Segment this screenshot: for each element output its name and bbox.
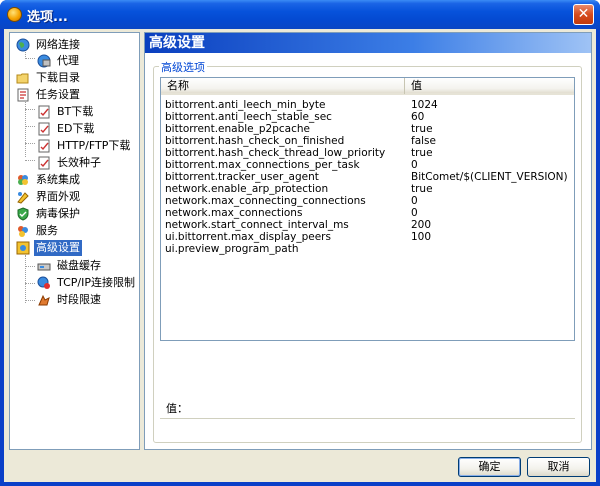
table-row[interactable]: bittorrent.hash_check_thread_low_priorit… [161, 147, 574, 159]
options-window: 选项... ✕ 网络连接 代理 下载目录 任务设置 BT下载 ED下载 HTTP… [0, 0, 600, 486]
row-value: 100 [411, 231, 432, 243]
dialog-client: 网络连接 代理 下载目录 任务设置 BT下载 ED下载 HTTP/FTP下载 长… [4, 29, 596, 482]
row-value: true [411, 123, 433, 135]
row-name: network.max_connections [165, 207, 303, 219]
appearance-icon [17, 192, 29, 204]
column-header-name[interactable]: 名称 [161, 78, 405, 94]
row-name: bittorrent.max_connections_per_task [165, 159, 360, 171]
table-row[interactable]: bittorrent.max_connections_per_task 0 [161, 159, 574, 171]
list-header: 名称 值 [161, 78, 574, 95]
tree-line [25, 109, 35, 110]
table-row[interactable]: bittorrent.enable_p2pcache true [161, 123, 574, 135]
row-name: network.max_connecting_connections [165, 195, 366, 207]
tree-line [25, 58, 35, 59]
row-value: true [411, 147, 433, 159]
row-value: 0 [411, 159, 418, 171]
table-row[interactable]: bittorrent.anti_leech_min_byte 1024 [161, 99, 574, 111]
time-limit-icon [38, 294, 50, 306]
tree-line [25, 300, 35, 301]
task-settings-icon [17, 88, 29, 102]
tree-line [25, 160, 35, 161]
table-row[interactable]: ui.preview_program_path [161, 243, 574, 255]
row-value: false [411, 135, 436, 147]
advanced-settings-panel: 高级设置 高级选项 名称 值 bittorrent.anti_leech_min… [144, 32, 592, 450]
row-name: network.enable_arp_protection [165, 183, 329, 195]
proxy-globe-icon [37, 54, 51, 68]
row-value: 0 [411, 195, 418, 207]
ok-button[interactable]: 确定 [458, 457, 521, 477]
row-value: 200 [411, 219, 432, 231]
cancel-button[interactable]: 取消 [527, 457, 590, 477]
value-label: 值： [166, 402, 188, 415]
tree-line [25, 266, 35, 267]
title-bar[interactable]: 选项... ✕ [0, 0, 600, 29]
disk-cache-icon [37, 263, 51, 271]
panel-header: 高级设置 [145, 33, 591, 53]
advanced-settings-icon [16, 241, 30, 255]
tree-line [25, 283, 35, 284]
table-row[interactable]: network.max_connecting_connections 0 [161, 195, 574, 207]
table-row[interactable]: ui.bittorrent.max_display_peers 100 [161, 231, 574, 243]
row-name: bittorrent.enable_p2pcache [165, 123, 310, 135]
row-name: bittorrent.tracker_user_agent [165, 171, 319, 183]
bt-download-icon [38, 105, 50, 119]
tree-line [25, 98, 26, 157]
row-value: true [411, 183, 433, 195]
shield-icon [17, 207, 29, 221]
value-divider [160, 418, 575, 419]
tree-line [25, 255, 26, 303]
http-ftp-download-icon [38, 139, 50, 153]
row-name: network.start_connect_interval_ms [165, 219, 349, 231]
group-title: 高级选项 [159, 59, 207, 75]
close-button[interactable]: ✕ [573, 4, 594, 25]
tcpip-limit-icon [37, 276, 50, 289]
window-title: 选项... [27, 10, 68, 25]
tree-line [25, 143, 35, 144]
table-row[interactable]: network.max_connections 0 [161, 207, 574, 219]
table-row[interactable]: bittorrent.hash_check_on_finished false [161, 135, 574, 147]
long-seed-icon [38, 156, 50, 170]
row-name: bittorrent.anti_leech_min_byte [165, 99, 326, 111]
row-name: ui.bittorrent.max_display_peers [165, 231, 331, 243]
tree-line [25, 126, 35, 127]
row-value: 60 [411, 111, 425, 123]
table-row[interactable]: network.start_connect_interval_ms 200 [161, 219, 574, 231]
row-name: ui.preview_program_path [165, 243, 299, 255]
table-row[interactable]: network.enable_arp_protection true [161, 183, 574, 195]
table-row[interactable]: bittorrent.anti_leech_stable_sec 60 [161, 111, 574, 123]
column-header-value[interactable]: 值 [405, 78, 574, 94]
network-globe-icon [16, 38, 30, 52]
folder-icon [16, 73, 29, 84]
row-name: bittorrent.anti_leech_stable_sec [165, 111, 332, 123]
advanced-options-group: 高级选项 名称 值 bittorrent.anti_leech_min_byte… [153, 59, 582, 443]
system-integration-icon [18, 175, 28, 185]
options-list[interactable]: 名称 值 bittorrent.anti_leech_min_byte 1024 … [160, 77, 575, 341]
row-value: 0 [411, 207, 418, 219]
service-icon [18, 226, 28, 237]
row-value: 1024 [411, 99, 438, 111]
row-name: bittorrent.hash_check_thread_low_priorit… [165, 147, 386, 159]
row-name: bittorrent.hash_check_on_finished [165, 135, 345, 147]
row-value: BitComet/$(CLIENT_VERSION) [411, 171, 568, 183]
table-row[interactable]: bittorrent.tracker_user_agent BitComet/$(… [161, 171, 574, 183]
nav-tree: 网络连接 代理 下载目录 任务设置 BT下载 ED下载 HTTP/FTP下载 长… [9, 32, 140, 450]
ed-download-icon [38, 122, 50, 136]
app-icon [7, 7, 22, 22]
